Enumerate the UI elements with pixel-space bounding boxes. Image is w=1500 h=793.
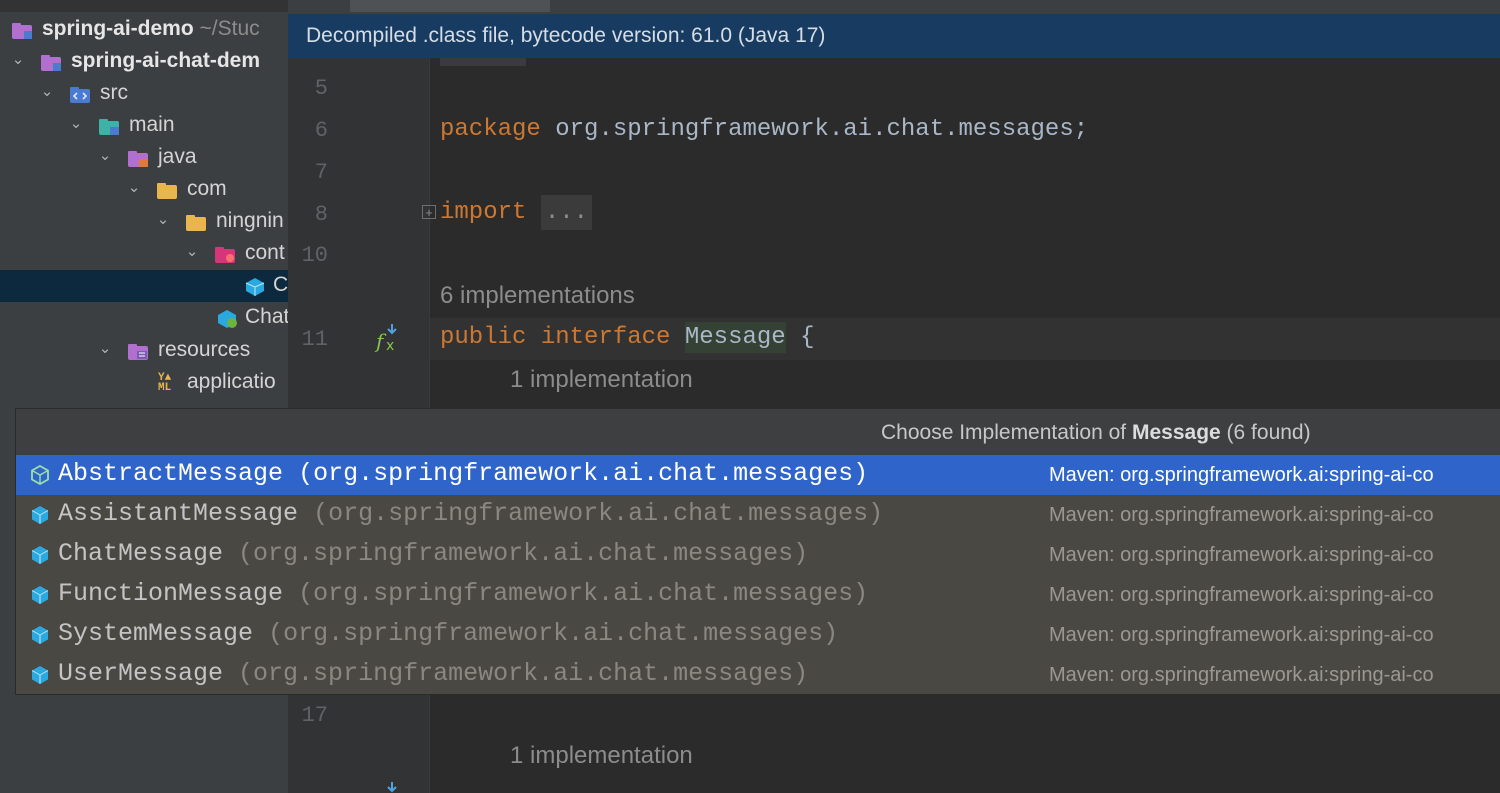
tree-item-label: Chat: [245, 305, 288, 328]
line-number: 11: [301, 327, 328, 352]
tree-item-label: spring-ai-chat-dem: [71, 49, 261, 72]
chevron-down-icon[interactable]: ⌄: [127, 180, 141, 195]
module-folder-icon: [41, 55, 61, 71]
tree-item-main[interactable]: ⌄ main: [0, 110, 288, 142]
abstract-class-icon: [31, 465, 49, 485]
implemented-gutter-icon[interactable]: [380, 782, 404, 793]
editor-tab-bar: [288, 0, 1500, 14]
implementation-row[interactable]: FunctionMessage (org.springframework.ai.…: [16, 575, 1500, 615]
implementation-row[interactable]: SystemMessage (org.springframework.ai.ch…: [16, 615, 1500, 655]
package-folder-icon: [186, 215, 206, 231]
tree-item-src[interactable]: ⌄ src: [0, 78, 288, 110]
tree-item-label: applicatio: [187, 370, 276, 393]
chevron-down-icon[interactable]: ⌄: [185, 244, 199, 259]
line-number: 6: [314, 118, 328, 143]
controller-folder-icon: [215, 247, 235, 263]
implementation-hint[interactable]: 1 implementation: [510, 366, 693, 394]
tree-item-cont[interactable]: ⌄ cont: [0, 238, 288, 270]
module-folder-icon: [12, 23, 32, 39]
tree-item-ningnin[interactable]: ⌄ ningnin: [0, 206, 288, 238]
line-number: 10: [301, 243, 328, 268]
tree-item-chat[interactable]: Chat: [0, 302, 288, 334]
implemented-gutter-icon[interactable]: f x: [374, 322, 404, 354]
implementation-row[interactable]: AssistantMessage (org.springframework.ai…: [16, 495, 1500, 535]
chevron-down-icon[interactable]: ⌄: [156, 212, 170, 227]
chevron-down-icon[interactable]: ⌄: [69, 116, 83, 131]
folded-imports[interactable]: ...: [540, 195, 593, 230]
spring-app-class-icon: [218, 310, 237, 328]
tree-item-resources[interactable]: ⌄ resources: [0, 335, 288, 367]
tree-item-java[interactable]: ⌄ java: [0, 142, 288, 174]
chevron-down-icon[interactable]: ⌄: [11, 52, 25, 67]
implementation-row[interactable]: UserMessage (org.springframework.ai.chat…: [16, 655, 1500, 695]
interface-name[interactable]: Message: [684, 322, 786, 353]
chevron-down-icon[interactable]: ⌄: [98, 148, 112, 163]
line-number: 8: [314, 202, 328, 227]
decompiled-banner: Decompiled .class file, bytecode version…: [288, 14, 1500, 58]
yaml-file-icon: Y▲ ML: [158, 372, 172, 394]
svg-text:x: x: [386, 338, 394, 354]
code-line-import: import ...: [440, 195, 593, 230]
tree-item-spring-ai-chat-demo[interactable]: ⌄ spring-ai-chat-dem: [0, 46, 288, 78]
class-icon: [31, 586, 49, 604]
choose-implementation-popup: Choose Implementation of Message (6 foun…: [15, 408, 1500, 695]
editor-tab-active[interactable]: [350, 0, 550, 12]
class-name: AbstractMessage (org.springframework.ai.…: [58, 459, 869, 488]
line-number: 5: [314, 76, 328, 101]
implementation-hint[interactable]: 1 implementation: [510, 742, 693, 770]
class-icon: [31, 546, 49, 564]
tree-item-c[interactable]: C: [0, 270, 288, 302]
line-number: 7: [314, 160, 328, 185]
java-folder-icon: [128, 151, 148, 167]
folded-header-block: [440, 58, 526, 66]
chevron-down-icon[interactable]: ⌄: [40, 84, 54, 99]
resources-folder-icon: [128, 344, 148, 360]
class-name: AssistantMessage (org.springframework.ai…: [58, 499, 884, 528]
class-icon: [31, 626, 49, 644]
folder-icon: [99, 119, 119, 135]
implementation-row[interactable]: ChatMessage (org.springframework.ai.chat…: [16, 535, 1500, 575]
tree-item-label: main: [129, 113, 175, 136]
tree-item-application[interactable]: Y▲ ML applicatio: [0, 367, 288, 399]
class-icon: [31, 506, 49, 524]
class-name: ChatMessage (org.springframework.ai.chat…: [58, 539, 809, 568]
code-line-interface: public interface Message {: [440, 322, 815, 353]
maven-source: Maven: org.springframework.ai:spring-ai-…: [1049, 544, 1434, 566]
class-name: SystemMessage (org.springframework.ai.ch…: [58, 619, 839, 648]
source-folder-icon: [70, 87, 90, 103]
maven-source: Maven: org.springframework.ai:spring-ai-…: [1049, 584, 1434, 606]
fold-expand-icon[interactable]: +: [422, 205, 436, 219]
tree-item-label: cont: [245, 241, 285, 264]
tree-item-label: ningnin: [216, 209, 284, 232]
tree-item-label: java: [158, 145, 197, 168]
tree-item-label: src: [100, 81, 128, 104]
tree-item-spring-ai-demo[interactable]: spring-ai-demo ~/Stuc: [0, 14, 288, 46]
tree-item-com[interactable]: ⌄ com: [0, 174, 288, 206]
tree-item-label: C: [273, 273, 288, 296]
class-icon: [245, 278, 265, 296]
tree-item-label: resources: [158, 338, 251, 361]
implementations-hint[interactable]: 6 implementations: [440, 282, 635, 310]
line-number: 17: [301, 703, 328, 728]
maven-source: Maven: org.springframework.ai:spring-ai-…: [1049, 624, 1434, 646]
class-name: UserMessage (org.springframework.ai.chat…: [58, 659, 809, 688]
maven-source: Maven: org.springframework.ai:spring-ai-…: [1049, 664, 1434, 686]
popup-title: Choose Implementation of Message (6 foun…: [881, 421, 1311, 444]
class-icon: [31, 666, 49, 684]
code-line-package: package org.springframework.ai.chat.mess…: [440, 116, 1089, 143]
implementation-row[interactable]: AbstractMessage (org.springframework.ai.…: [16, 455, 1500, 495]
package-folder-icon: [157, 183, 177, 199]
popup-title-bar: Choose Implementation of Message (6 foun…: [16, 409, 1500, 457]
maven-source: Maven: org.springframework.ai:spring-ai-…: [1049, 504, 1434, 526]
tree-item-label: com: [187, 177, 227, 200]
tree-item-label: spring-ai-demo ~/Stuc: [42, 17, 260, 40]
tree-header-strip: [0, 0, 288, 12]
maven-source: Maven: org.springframework.ai:spring-ai-…: [1049, 464, 1434, 486]
chevron-down-icon[interactable]: ⌄: [98, 341, 112, 356]
class-name: FunctionMessage (org.springframework.ai.…: [58, 579, 869, 608]
